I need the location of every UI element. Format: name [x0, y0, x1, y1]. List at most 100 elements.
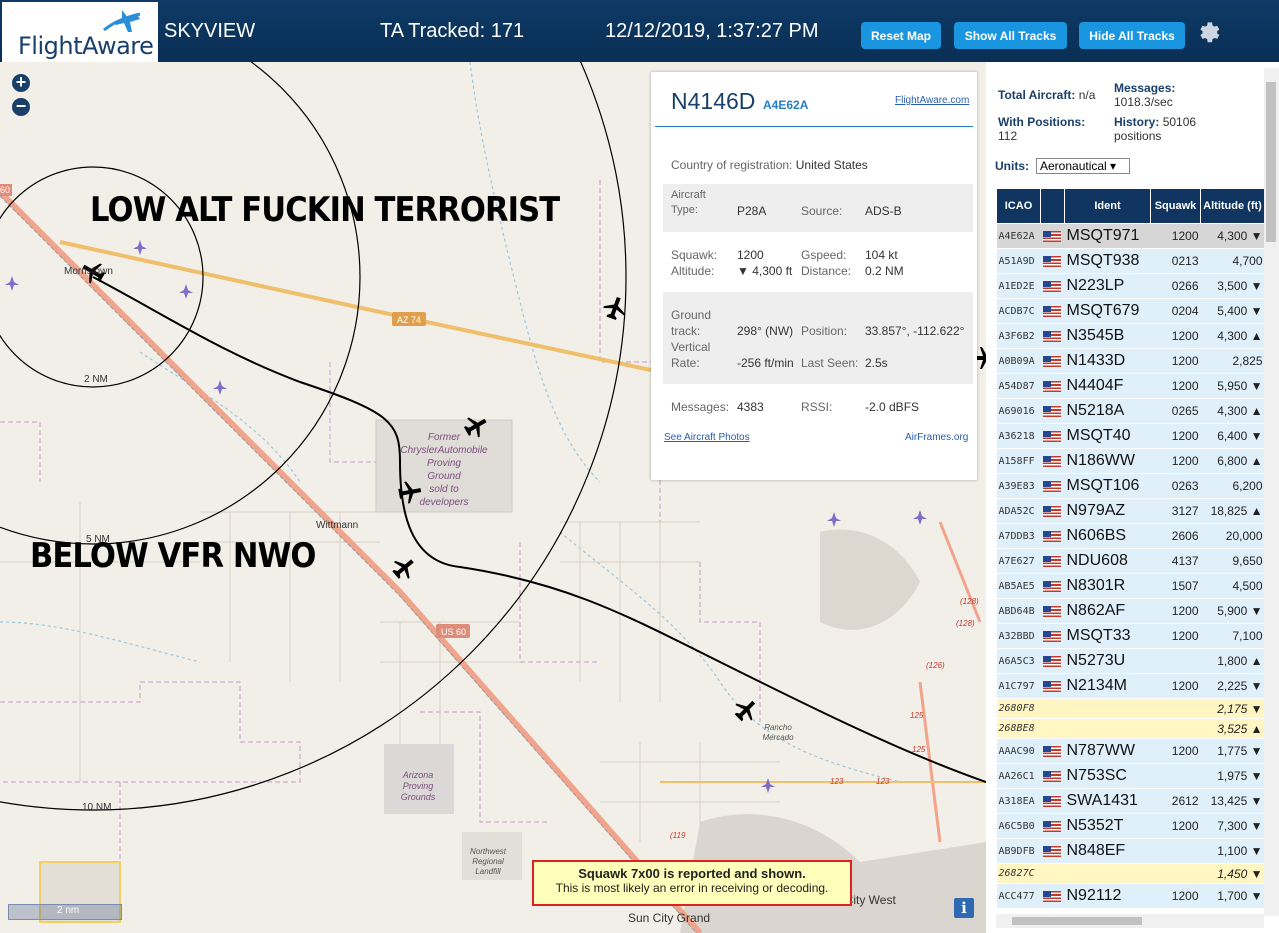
us-flag-icon: [1042, 505, 1061, 517]
flightaware-link[interactable]: FlightAware.com: [895, 95, 969, 106]
hide-all-tracks-button[interactable]: Hide All Tracks: [1079, 22, 1185, 49]
country-value: United States: [795, 158, 868, 172]
row-squawk: 4137: [1150, 548, 1201, 574]
flightaware-logo[interactable]: FlightAware: [2, 2, 158, 62]
col-squawk[interactable]: Squawk: [1150, 188, 1201, 224]
table-row[interactable]: A32BBD MSQT33 1200 7,100: [996, 623, 1264, 649]
aircraft-photos-link[interactable]: See Aircraft Photos: [664, 432, 750, 443]
label-chrysler-1: Former: [428, 432, 461, 443]
row-ident: [1064, 863, 1151, 884]
row-ident: N753SC: [1064, 763, 1151, 789]
table-row[interactable]: ABD64B N862AF 1200 5,900 ▼: [996, 598, 1264, 624]
table-row[interactable]: AB9DFB N848EF 1,100 ▼: [996, 838, 1264, 864]
reset-map-button[interactable]: Reset Map: [861, 22, 941, 49]
row-ident: N223LP: [1064, 273, 1151, 299]
scale-bar: 2 nm: [8, 904, 122, 920]
table-row[interactable]: 26827C 1,450 ▼: [996, 863, 1264, 884]
row-squawk: 0204: [1150, 298, 1201, 324]
label-r60: 60: [0, 185, 10, 195]
zoom-in-button[interactable]: +: [12, 73, 30, 92]
overlay-caption-top: LOW ALT FUCKIN TERRORIST: [90, 190, 560, 230]
us-flag-icon: [1042, 680, 1061, 692]
row-ident: N5218A: [1064, 398, 1151, 424]
table-row[interactable]: ACDB7C MSQT679 0204 5,400 ▼: [996, 298, 1264, 324]
show-all-tracks-button[interactable]: Show All Tracks: [954, 22, 1067, 49]
top-bar: FlightAware SKYVIEW TA Tracked: 171 12/1…: [0, 0, 1279, 62]
row-altitude: 2,175 ▼: [1200, 698, 1264, 719]
table-row[interactable]: A39E83 MSQT106 0263 6,200: [996, 473, 1264, 499]
vertical-scrollbar[interactable]: [1264, 68, 1279, 916]
row-squawk: 1200: [1150, 223, 1201, 249]
row-squawk: 2612: [1150, 788, 1201, 814]
panel-divider: [655, 126, 973, 127]
vrate-label-2: Rate:: [671, 356, 700, 370]
horizontal-scrollbar[interactable]: [996, 914, 1264, 928]
lastseen-value: 2.5s: [865, 356, 888, 370]
row-icao: A69016: [996, 398, 1041, 424]
positions-stat: With Positions: 112: [998, 115, 1085, 143]
table-row[interactable]: A7E627 NDU608 4137 9,650: [996, 548, 1264, 574]
table-row[interactable]: A4E62A MSQT971 1200 4,300 ▼: [996, 223, 1264, 249]
gear-icon[interactable]: [1196, 20, 1220, 44]
row-flag: [1040, 573, 1065, 599]
table-row[interactable]: AAAC90 N787WW 1200 1,775 ▼: [996, 738, 1264, 764]
row-ident: N186WW: [1064, 448, 1151, 474]
label-northwest-3: Landfill: [475, 867, 501, 876]
row-icao: A0B09A: [996, 348, 1041, 374]
row-altitude: 7,300 ▼: [1200, 813, 1264, 839]
row-icao: A1C797: [996, 673, 1041, 699]
col-ident[interactable]: Ident: [1064, 188, 1151, 224]
table-row[interactable]: A6A5C3 N5273U 1,800 ▲: [996, 648, 1264, 674]
row-flag: [1040, 348, 1065, 374]
table-row[interactable]: A69016 N5218A 0265 4,300 ▲: [996, 398, 1264, 424]
row-icao: A6C5B0: [996, 813, 1041, 839]
row-flag: [1040, 223, 1065, 249]
history-label: History:: [1114, 115, 1160, 129]
table-row[interactable]: A1ED2E N223LP 0266 3,500 ▼: [996, 273, 1264, 299]
row-ident: N606BS: [1064, 523, 1151, 549]
row-ident: MSQT679: [1064, 298, 1151, 324]
row-altitude: 4,500: [1200, 573, 1264, 599]
table-row[interactable]: AA26C1 N753SC 1,975 ▼: [996, 763, 1264, 789]
table-row[interactable]: AB5AE5 N8301R 1507 4,500: [996, 573, 1264, 599]
table-row[interactable]: A6C5B0 N5352T 1200 7,300 ▼: [996, 813, 1264, 839]
table-row[interactable]: ADA52C N979AZ 3127 18,825 ▲: [996, 498, 1264, 524]
table-row[interactable]: A7DDB3 N606BS 2606 20,000: [996, 523, 1264, 549]
row-squawk: 0213: [1150, 248, 1201, 274]
table-row[interactable]: A158FF N186WW 1200 6,800 ▲: [996, 448, 1264, 474]
table-row[interactable]: A0B09A N1433D 1200 2,825: [996, 348, 1264, 374]
col-icao[interactable]: ICAO: [996, 188, 1041, 224]
selected-ident: N4146D: [671, 88, 756, 114]
table-row[interactable]: A36218 MSQT40 1200 6,400 ▼: [996, 423, 1264, 449]
col-flag[interactable]: [1040, 188, 1065, 224]
row-altitude: 9,650: [1200, 548, 1264, 574]
row-squawk: 1200: [1150, 813, 1201, 839]
row-flag: [1040, 763, 1065, 789]
row-flag: [1040, 813, 1065, 839]
label-chrysler-5: sold to: [429, 484, 459, 495]
zoom-out-button[interactable]: −: [12, 97, 30, 116]
horizontal-scroll-thumb[interactable]: [1012, 917, 1142, 925]
vertical-scroll-thumb[interactable]: [1266, 82, 1276, 242]
table-row[interactable]: ACC477 N92112 1200 1,700 ▼: [996, 883, 1264, 909]
table-row[interactable]: A54D87 N4404F 1200 5,950 ▼: [996, 373, 1264, 399]
units-select[interactable]: Aeronautical ▾: [1036, 158, 1130, 174]
airframes-link[interactable]: AirFrames.org: [905, 432, 968, 443]
messages-stat-label: Messages:: [1114, 81, 1176, 95]
row-ident: N787WW: [1064, 738, 1151, 764]
ta-tracked: TA Tracked: 171: [380, 20, 525, 42]
table-row[interactable]: A51A9D MSQT938 0213 4,700: [996, 248, 1264, 274]
row-ident: N1433D: [1064, 348, 1151, 374]
table-row[interactable]: A318EA SWA1431 2612 13,425 ▼: [996, 788, 1264, 814]
table-row[interactable]: 2680F8 2,175 ▼: [996, 698, 1264, 719]
aircraft-info-panel: N4146D A4E62A FlightAware.com Country of…: [651, 72, 977, 480]
row-squawk: [1150, 838, 1201, 864]
row-flag: [1040, 738, 1065, 764]
info-icon[interactable]: i: [954, 898, 974, 918]
table-row[interactable]: A3F6B2 N3545B 1200 4,300 ▲: [996, 323, 1264, 349]
row-squawk: 1200: [1150, 448, 1201, 474]
table-row[interactable]: 268BE8 3,525 ▲: [996, 718, 1264, 739]
col-altitude[interactable]: Altitude (ft): [1200, 188, 1264, 224]
history-stat: History: 50106 positions: [1114, 115, 1196, 143]
table-row[interactable]: A1C797 N2134M 1200 2,225 ▼: [996, 673, 1264, 699]
